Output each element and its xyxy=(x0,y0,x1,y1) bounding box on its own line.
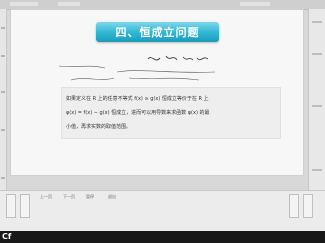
content-line-3: 小值，再求实数的取值范围。 xyxy=(66,124,132,130)
thumbnail-1[interactable] xyxy=(6,194,16,218)
content-line-1: 如果定义在 R 上的任意不等式 f(x) ≥ g(x) 恒成立等价于在 R 上 xyxy=(66,96,209,102)
control-pause[interactable]: 暂停 xyxy=(86,194,94,200)
control-next[interactable]: 下一页 xyxy=(63,194,75,200)
taskbar: Cf xyxy=(0,231,325,243)
thumbnail-4[interactable] xyxy=(303,194,313,218)
taskbar-logo: Cf xyxy=(2,232,12,241)
slide-area: 四、恒成立问题 如果定义在 R 上的任意不等式 f(x) ≥ g(x) 恒成立等… xyxy=(11,10,303,175)
slide-heading-banner: 四、恒成立问题 xyxy=(96,22,219,42)
content-line-2: φ(x) = f(x) − g(x) 恒成立，进而可以用导数来求函数 φ(x) … xyxy=(66,110,210,116)
control-exit[interactable]: 退出 xyxy=(108,194,116,200)
slide-heading: 四、恒成立问题 xyxy=(115,26,200,39)
slide-content-box: 如果定义在 R 上的任意不等式 f(x) ≥ g(x) 恒成立等价于在 R 上 … xyxy=(61,87,281,139)
control-prev[interactable]: 上一页 xyxy=(40,194,52,200)
thumbnail-3[interactable] xyxy=(289,194,299,218)
presentation-controls: 上一页 下一页 暂停 退出 xyxy=(0,190,325,232)
window-top-bar xyxy=(0,0,325,10)
thumbnail-2[interactable] xyxy=(20,194,30,218)
